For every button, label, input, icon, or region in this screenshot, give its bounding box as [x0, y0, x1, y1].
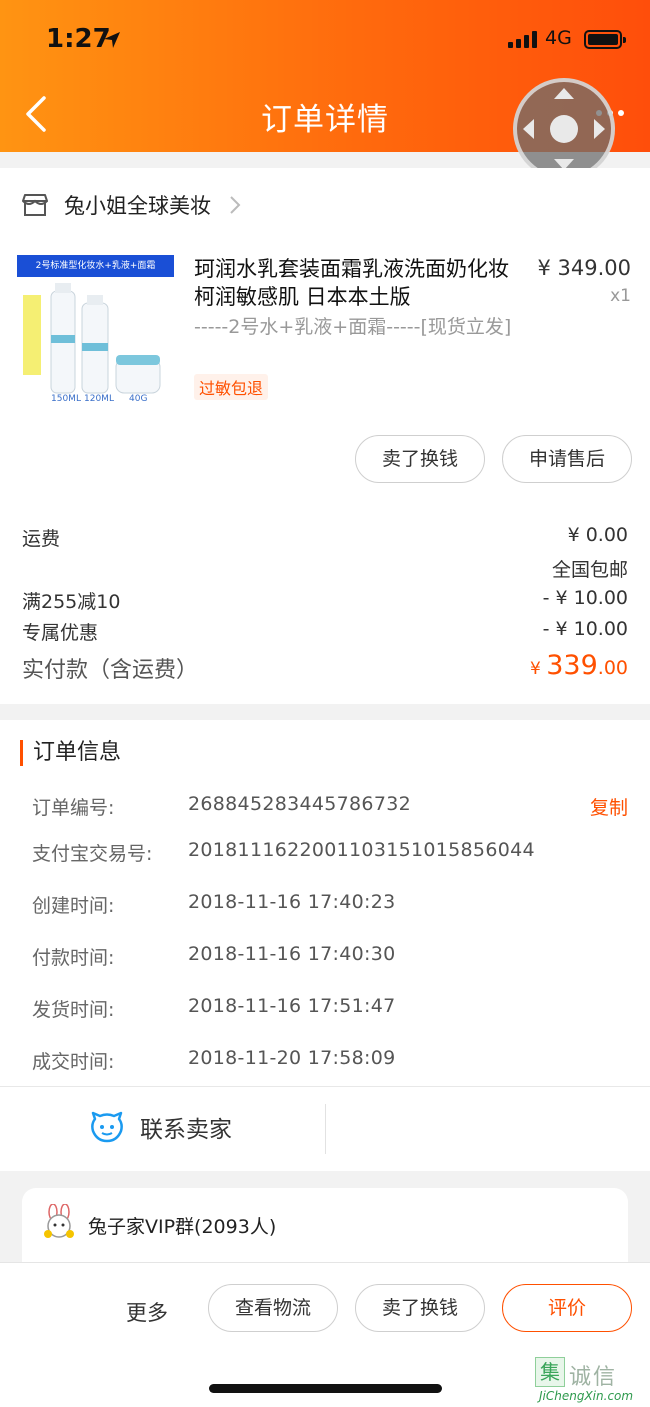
product-sku: -----2号水+乳液+面霜-----[现货立发]: [194, 316, 512, 338]
divider: [325, 1104, 326, 1154]
product-image[interactable]: 2号标准型化妆水+乳液+面霜 150ML 120ML 40G: [17, 255, 174, 407]
completed-time-value: 2018-11-20 17:58:09: [188, 1047, 396, 1069]
completed-time-label: 成交时间:: [32, 1051, 115, 1073]
home-indicator: [209, 1384, 442, 1393]
view-logistics-button[interactable]: 查看物流: [208, 1284, 338, 1332]
rabbit-avatar-icon: [44, 1204, 74, 1238]
shop-icon: [22, 194, 48, 216]
paid-currency: ¥: [530, 659, 547, 679]
review-button[interactable]: 评价: [502, 1284, 632, 1332]
exclusive-discount-label: 专属优惠: [22, 622, 99, 644]
chevron-right-icon: [230, 196, 241, 214]
group-name: 兔子家VIP群(2093人): [88, 1216, 277, 1238]
product-title[interactable]: 珂润水乳套装面霜乳液洗面奶化妆柯润敏感肌 日本本土版: [194, 255, 524, 311]
watermark-text: 诚信: [569, 1365, 618, 1390]
copy-order-number-button[interactable]: 复制: [590, 793, 628, 820]
product-price: ¥ 349.00: [537, 256, 631, 280]
watermark-logo: 集 诚信 JiChengXin.com: [535, 1357, 647, 1405]
paid-time-value: 2018-11-16 17:40:30: [188, 943, 396, 965]
paid-label: 实付款（含运费）: [22, 658, 199, 683]
discount-label: 满255减10: [22, 591, 121, 613]
order-info-heading: 订单信息: [20, 740, 121, 766]
shipping-value: ¥ 0.00: [567, 524, 628, 546]
discount-value: - ¥ 10.00: [542, 587, 628, 609]
shop-name: 兔小姐全球美妆: [64, 194, 211, 218]
shipped-time-value: 2018-11-16 17:51:47: [188, 995, 396, 1017]
after-sale-button[interactable]: 申请售后: [502, 435, 632, 483]
sell-for-cash-bottom-button[interactable]: 卖了换钱: [355, 1284, 485, 1332]
divider: [0, 1086, 650, 1087]
chat-bubble-icon: [91, 1111, 123, 1143]
location-arrow-icon: [104, 32, 120, 48]
paid-amount: ¥ 339.00: [530, 650, 628, 681]
more-button[interactable]: 更多: [126, 1297, 168, 1327]
shipping-note: 全国包邮: [551, 559, 628, 581]
size-label-3: 40G: [129, 394, 148, 404]
size-label-2: 120ML: [84, 394, 114, 404]
shipping-label: 运费: [22, 528, 61, 550]
alipay-trade-no-label: 支付宝交易号:: [32, 843, 153, 865]
return-tag: 过敏包退: [194, 374, 269, 400]
product-quantity: x1: [610, 286, 631, 306]
created-time-label: 创建时间:: [32, 895, 115, 917]
watermark-url: JiChengXin.com: [539, 1389, 634, 1403]
paid-time-label: 付款时间:: [32, 947, 115, 969]
battery-icon: [584, 30, 626, 49]
product-bottles-image: [23, 283, 161, 394]
order-number-label: 订单编号:: [32, 797, 115, 819]
alipay-trade-no-value: 2018111622001103151015856044: [188, 839, 535, 861]
contact-seller-button[interactable]: 联系卖家: [90, 1110, 232, 1144]
contact-seller-label: 联系卖家: [140, 1117, 232, 1143]
status-time: 1:27: [46, 24, 111, 54]
size-label-1: 150ML: [51, 394, 81, 404]
exclusive-discount-value: - ¥ 10.00: [542, 618, 628, 640]
shipped-time-label: 发货时间:: [32, 999, 115, 1021]
created-time-value: 2018-11-16 17:40:23: [188, 891, 396, 913]
dpad-icon: [523, 88, 605, 170]
signal-icon: [508, 31, 537, 48]
watermark-char: 集: [535, 1357, 565, 1387]
shop-link[interactable]: 兔小姐全球美妆: [22, 190, 241, 220]
paid-integer: 339: [546, 650, 598, 681]
paid-decimal: .00: [597, 657, 628, 679]
assistive-touch-button[interactable]: [513, 78, 615, 180]
sell-for-cash-button[interactable]: 卖了换钱: [355, 435, 485, 483]
network-type: 4G: [545, 27, 572, 49]
order-number-value: 268845283445786732: [188, 793, 411, 815]
